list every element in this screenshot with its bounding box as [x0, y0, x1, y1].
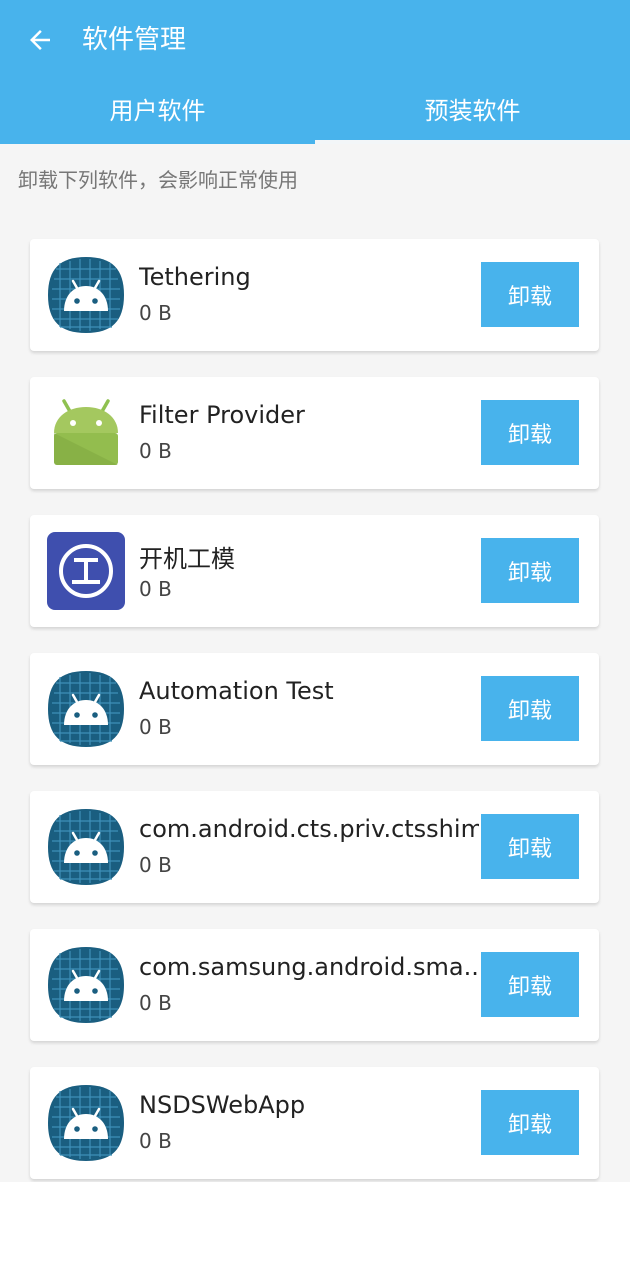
tab-preinstalled-apps[interactable]: 预装软件	[315, 80, 630, 144]
app-name: NSDSWebApp	[139, 1091, 306, 1119]
app-name: Automation Test	[139, 677, 334, 705]
android-grid-icon	[48, 671, 124, 747]
uninstall-button[interactable]: 卸载	[481, 262, 579, 327]
app-name: Filter Provider	[139, 401, 305, 429]
warning-hint: 卸载下列软件，会影响正常使用	[18, 168, 298, 192]
app-size: 0 B	[139, 853, 172, 877]
arrow-left-icon	[30, 30, 50, 50]
app-card: Filter Provider 0 B 卸载	[30, 377, 599, 489]
app-list-container[interactable]: 卸载下列软件，会影响正常使用 Tethering 0 B 卸载 Filter P…	[0, 144, 630, 1182]
circle-i-icon	[47, 532, 125, 610]
android-grid-icon	[48, 257, 124, 333]
page-title: 软件管理	[82, 25, 187, 55]
app-card: Tethering 0 B 卸载	[30, 239, 599, 351]
app-bar: 软件管理	[0, 0, 630, 80]
app-size: 0 B	[139, 439, 172, 463]
uninstall-button[interactable]: 卸载	[481, 814, 579, 879]
uninstall-button[interactable]: 卸载	[481, 1090, 579, 1155]
android-green-icon	[54, 399, 118, 465]
app-name: com.samsung.android.sma..	[139, 953, 479, 981]
app-name: Tethering	[139, 263, 251, 291]
app-size: 0 B	[139, 301, 172, 325]
tab-bar: 用户软件 预装软件	[0, 80, 630, 144]
back-button[interactable]	[20, 20, 60, 60]
uninstall-button[interactable]: 卸载	[481, 952, 579, 1017]
app-card: com.samsung.android.sma.. 0 B 卸载	[30, 929, 599, 1041]
tab-user-apps[interactable]: 用户软件	[0, 80, 315, 144]
app-card: NSDSWebApp 0 B 卸载	[30, 1067, 599, 1179]
app-name: 开机工模	[139, 545, 235, 573]
app-card: 开机工模 0 B 卸载	[30, 515, 599, 627]
app-name: com.android.cts.priv.ctsshim	[139, 815, 479, 843]
uninstall-button[interactable]: 卸载	[481, 538, 579, 603]
app-size: 0 B	[139, 1129, 172, 1153]
android-grid-icon	[48, 809, 124, 885]
android-grid-icon	[48, 1085, 124, 1161]
android-grid-icon	[48, 947, 124, 1023]
app-size: 0 B	[139, 991, 172, 1015]
app-card: com.android.cts.priv.ctsshim 0 B 卸载	[30, 791, 599, 903]
app-card: Automation Test 0 B 卸载	[30, 653, 599, 765]
uninstall-button[interactable]: 卸载	[481, 676, 579, 741]
app-size: 0 B	[139, 715, 172, 739]
app-size: 0 B	[139, 577, 172, 601]
uninstall-button[interactable]: 卸载	[481, 400, 579, 465]
